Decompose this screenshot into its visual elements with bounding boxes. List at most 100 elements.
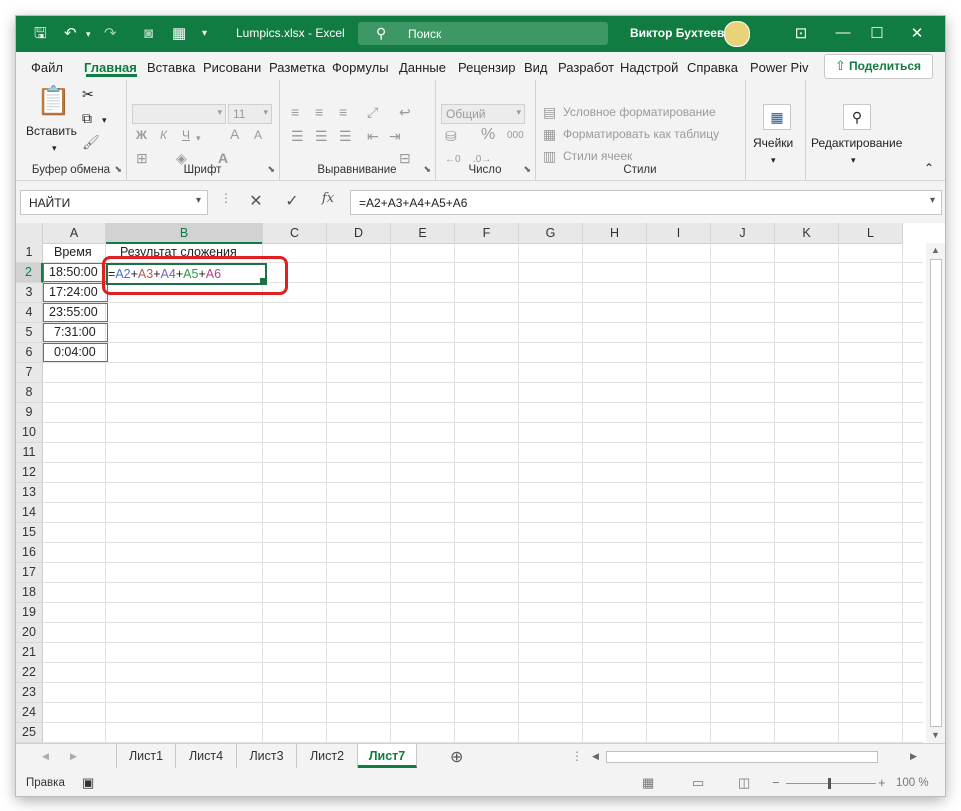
vertical-scrollbar[interactable]: ▲ ▼ — [926, 243, 945, 743]
select-all-corner[interactable] — [16, 223, 43, 244]
tab-formulas[interactable]: Формулы — [332, 60, 389, 75]
row-header-5[interactable]: 5 — [16, 323, 43, 343]
column-header-b[interactable]: B — [106, 223, 263, 244]
tab-data[interactable]: Данные — [399, 60, 446, 75]
column-header-a[interactable]: A — [43, 223, 106, 244]
zoom-in-button[interactable]: + — [878, 775, 886, 790]
underline-dropdown-icon[interactable]: ▾ — [196, 130, 201, 146]
row-header-17[interactable]: 17 — [16, 563, 43, 583]
row-header-13[interactable]: 13 — [16, 483, 43, 503]
tab-power-pivot[interactable]: Power Piv — [750, 60, 809, 75]
redo-icon[interactable]: ↷ — [104, 24, 117, 44]
row-header-25[interactable]: 25 — [16, 723, 43, 743]
editing-dropdown-icon[interactable]: ▾ — [851, 152, 856, 168]
wrap-text-icon[interactable]: ↩ — [399, 104, 411, 120]
thousands-button[interactable]: 000 — [507, 130, 524, 141]
cell-a1[interactable]: Время — [54, 242, 92, 262]
align-left-icon[interactable]: ☰ — [291, 128, 304, 144]
clipboard-dialog-icon[interactable]: ⬊ — [114, 164, 122, 175]
tab-page-layout[interactable]: Разметка — [269, 60, 325, 75]
row-header-14[interactable]: 14 — [16, 503, 43, 523]
row-header-24[interactable]: 24 — [16, 703, 43, 723]
paste-icon[interactable]: 📋 — [36, 86, 71, 116]
cell-styles-button[interactable]: Стили ячеек — [563, 149, 632, 163]
camera-icon[interactable]: ◙ — [144, 24, 153, 44]
row-header-3[interactable]: 3 — [16, 283, 43, 303]
column-header-i[interactable]: I — [647, 223, 711, 244]
share-button[interactable]: ⇧ Поделиться — [824, 54, 933, 79]
align-center-icon[interactable]: ☰ — [315, 128, 328, 144]
underline-button[interactable]: Ч — [182, 128, 190, 142]
page-break-view-icon[interactable]: ◫ — [738, 775, 750, 791]
orientation-icon[interactable]: ⤢ — [367, 104, 378, 120]
search-icon[interactable]: ⚲ — [843, 104, 871, 130]
font-name-combo[interactable]: ▾ — [132, 104, 226, 124]
sheet-tab-1[interactable]: Лист1 — [117, 744, 176, 768]
user-name[interactable]: Виктор Бухтеев — [630, 26, 724, 40]
format-as-table-button[interactable]: Форматировать как таблицу — [563, 127, 719, 141]
cut-icon[interactable]: ✂ — [82, 86, 94, 102]
currency-icon[interactable]: ⛁ — [445, 128, 457, 144]
copy-icon[interactable]: ⧉ — [82, 110, 92, 126]
row-header-18[interactable]: 18 — [16, 583, 43, 603]
row-header-4[interactable]: 4 — [16, 303, 43, 323]
italic-button[interactable]: К — [160, 128, 167, 142]
prev-sheet-icon[interactable]: ◀ — [42, 751, 49, 762]
row-header-7[interactable]: 7 — [16, 363, 43, 383]
formula-input[interactable]: =A2+A3+A4+A5+A6 ▾ — [350, 190, 942, 215]
row-header-8[interactable]: 8 — [16, 383, 43, 403]
alignment-dialog-icon[interactable]: ⬊ — [423, 164, 431, 175]
vertical-scroll-thumb[interactable] — [930, 259, 942, 727]
column-header-h[interactable]: H — [583, 223, 647, 244]
collapse-ribbon-icon[interactable]: ⌃ — [924, 160, 934, 176]
column-header-g[interactable]: G — [519, 223, 583, 244]
format-painter-icon[interactable]: 🖌 — [82, 134, 100, 150]
undo-icon[interactable]: ↶ — [64, 24, 77, 44]
row-header-2[interactable]: 2 — [16, 263, 43, 283]
zoom-slider-thumb[interactable] — [828, 778, 831, 789]
column-header-c[interactable]: C — [263, 223, 327, 244]
font-dialog-icon[interactable]: ⬊ — [267, 164, 275, 175]
align-bottom-icon[interactable]: ≡ — [339, 104, 347, 120]
sheet-tab-7[interactable]: Лист7 — [358, 744, 417, 768]
avatar[interactable] — [724, 21, 750, 47]
cell-a2[interactable]: 18:50:00 — [49, 262, 98, 282]
search-box[interactable]: ⚲ Поиск — [358, 22, 608, 45]
worksheet-grid[interactable]: ABCDEFGHIJKL 1 2 3 4 5 6 7 8 9 10 11 12 13 14 15 16 17 18… — [16, 223, 945, 743]
paste-dropdown-icon[interactable]: ▾ — [52, 140, 57, 156]
tab-help[interactable]: Справка — [687, 60, 738, 75]
number-format-combo[interactable]: Общий ▾ — [441, 104, 525, 124]
row-header-10[interactable]: 10 — [16, 423, 43, 443]
tab-view[interactable]: Вид — [524, 60, 548, 75]
cells-icon[interactable]: ▦ — [763, 104, 791, 130]
row-header-22[interactable]: 22 — [16, 663, 43, 683]
cancel-icon[interactable]: ✕ — [244, 191, 268, 211]
cell-a6[interactable]: 0:04:00 — [54, 342, 96, 362]
shrink-font-button[interactable]: A — [254, 128, 262, 142]
align-middle-icon[interactable]: ≡ — [315, 104, 323, 120]
column-header-j[interactable]: J — [711, 223, 775, 244]
horizontal-scrollbar[interactable]: ◀ ▶ — [590, 751, 920, 763]
zoom-out-button[interactable]: − — [772, 775, 780, 790]
insert-function-button[interactable]: fx — [316, 191, 340, 206]
undo-dropdown-icon[interactable]: ▾ — [86, 24, 91, 44]
scroll-up-icon[interactable]: ▲ — [931, 245, 940, 255]
next-sheet-icon[interactable]: ▶ — [70, 751, 77, 762]
page-layout-view-icon[interactable]: ▭ — [692, 775, 704, 791]
tab-home[interactable]: Главная — [84, 60, 137, 75]
cell-a4[interactable]: 23:55:00 — [49, 302, 98, 322]
increase-indent-icon[interactable]: ⇥ — [389, 128, 401, 144]
number-dialog-icon[interactable]: ⬊ — [523, 164, 531, 175]
paste-label[interactable]: Вставить — [26, 124, 77, 138]
tab-file[interactable]: Файл — [31, 60, 63, 75]
grid-icon[interactable]: ▦ — [172, 24, 186, 44]
column-header-f[interactable]: F — [455, 223, 519, 244]
column-header-d[interactable]: D — [327, 223, 391, 244]
row-header-6[interactable]: 6 — [16, 343, 43, 363]
tab-review[interactable]: Рецензир — [458, 60, 516, 75]
row-header-23[interactable]: 23 — [16, 683, 43, 703]
column-header-e[interactable]: E — [391, 223, 455, 244]
copy-dropdown-icon[interactable]: ▾ — [102, 112, 107, 128]
maximize-icon[interactable]: ☐ — [862, 24, 892, 42]
zoom-level[interactable]: 100 % — [896, 777, 929, 789]
